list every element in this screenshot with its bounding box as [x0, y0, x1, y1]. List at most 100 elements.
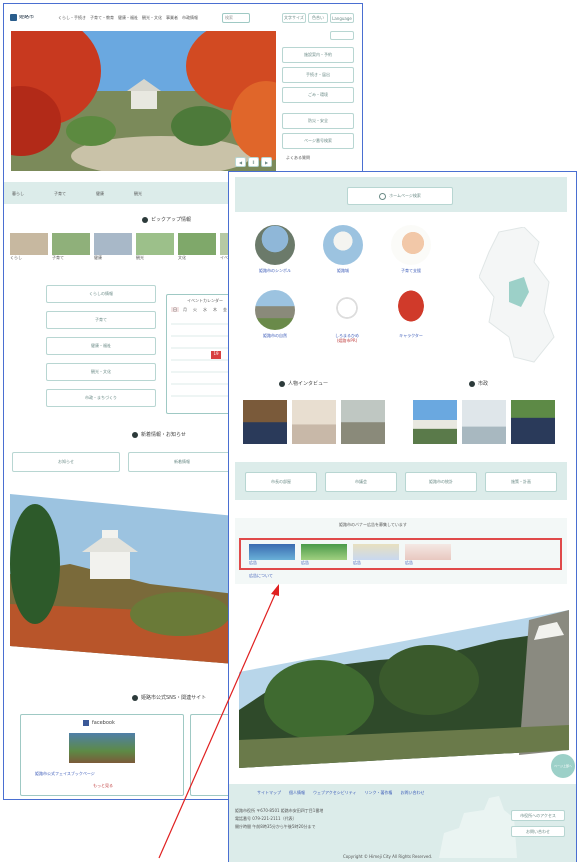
banner-ad[interactable]: 広告 — [249, 544, 295, 565]
city-photo[interactable] — [413, 400, 457, 444]
tab-item[interactable]: 暮らし — [12, 191, 24, 196]
weekday-label: 月 — [183, 307, 187, 312]
pickup-thumb[interactable]: 観光 — [136, 233, 174, 260]
city-map[interactable] — [479, 227, 557, 367]
calendar-today[interactable]: 19 — [211, 351, 221, 359]
header-buttons: 文字サイズ 色合い Language — [282, 13, 354, 23]
right-menu-item[interactable]: 防災・安全 — [282, 113, 354, 129]
language-button[interactable]: Language — [330, 13, 354, 23]
banner-ad[interactable]: 広告 — [353, 544, 399, 565]
header-link[interactable]: 健康・福祉 — [118, 15, 138, 20]
category-button[interactable]: 子育て — [46, 311, 156, 329]
pickup-caption: 子育て — [52, 255, 64, 260]
hero-prev-button[interactable]: ◀ — [235, 157, 246, 167]
facebook-title-text: facebook — [92, 720, 115, 726]
back-header: 姫路市 くらし・手続き 子育て・教育 健康・福祉 観光・文化 事業者 市政情報 … — [10, 12, 356, 26]
hero-autumn-castle-picture — [11, 31, 276, 171]
city-photo[interactable] — [462, 400, 506, 444]
right-menu-item[interactable]: ページ番号検索 — [282, 133, 354, 149]
people-photo[interactable] — [292, 400, 336, 444]
search-placeholder: 検索 — [225, 15, 233, 20]
castle-banner — [10, 494, 235, 664]
sns-heading-text: 姫路市公式SNS・関連サイト — [141, 695, 207, 701]
header-link[interactable]: くらし・手続き — [58, 15, 86, 20]
header-link[interactable]: 市政情報 — [182, 15, 198, 20]
category-button[interactable]: 健康・福祉 — [46, 337, 156, 355]
footer-link[interactable]: 個人情報 — [289, 790, 305, 795]
right-menu-item[interactable]: ごみ・環境 — [282, 87, 354, 103]
footer-link[interactable]: お問い合わせ — [400, 790, 424, 795]
hero-pause-button[interactable]: Ⅱ — [248, 157, 259, 167]
pickup-caption: くらし — [10, 255, 22, 260]
nav-button[interactable]: 市議会 — [325, 472, 397, 492]
banner-ad[interactable]: 広告 — [301, 544, 347, 565]
facebook-icon — [83, 720, 89, 726]
calendar-weekdays: 日 月 火 水 木 金 — [171, 307, 229, 312]
right-menu-note[interactable]: よくある質問 — [286, 155, 310, 160]
circle-photo — [255, 290, 295, 330]
tab-item[interactable]: 観光 — [134, 191, 142, 196]
banner-ad-image — [405, 544, 451, 560]
circle-link[interactable]: 子育て支援 — [389, 225, 433, 273]
header-link[interactable]: 観光・文化 — [142, 15, 162, 20]
weekday-label: 水 — [203, 307, 207, 312]
footer-link[interactable]: ウェブアクセシビリティ — [313, 790, 357, 795]
news-button[interactable]: 新着情報 — [128, 452, 236, 472]
nav-button[interactable]: 市長の部屋 — [245, 472, 317, 492]
pickup-thumb[interactable]: くらし — [10, 233, 48, 260]
hero-next-button[interactable]: ▶ — [261, 157, 272, 167]
footer-link[interactable]: サイトマップ — [257, 790, 281, 795]
search-input[interactable]: 検索 — [222, 13, 250, 23]
circle-note: (姫路市PR) — [336, 338, 358, 343]
pickup-thumb[interactable]: 文化 — [178, 233, 216, 260]
footer-button[interactable]: お問い合わせ — [511, 826, 565, 837]
people-photo[interactable] — [341, 400, 385, 444]
facebook-photo[interactable] — [69, 733, 135, 763]
circle-link[interactable]: 姫路市の自然 — [253, 290, 297, 338]
right-menu-item[interactable]: 手続き・届出 — [282, 67, 354, 83]
font-size-button[interactable]: 文字サイズ — [282, 13, 306, 23]
banner-ad[interactable]: 広告 — [405, 544, 451, 565]
facebook-more-link[interactable]: もっと見る — [93, 783, 113, 788]
banner-ads-area: 姫路市のバナー広告を募集しています 広告 広告 広告 広告 広告について — [235, 518, 567, 584]
right-menu-top[interactable] — [330, 31, 354, 40]
banner-ad-image — [249, 544, 295, 560]
color-button[interactable]: 色合い — [308, 13, 328, 23]
pickup-thumb[interactable]: 健康 — [94, 233, 132, 260]
nav-button[interactable]: 施策・計画 — [485, 472, 557, 492]
circle-label: 姫路市のシンボル — [259, 268, 291, 273]
hero-controls: ◀ Ⅱ ▶ — [235, 157, 272, 167]
banner-info-link[interactable]: 広告について — [249, 573, 273, 578]
footer-link[interactable]: リンク・著作権 — [365, 790, 393, 795]
mascot-character-picture — [391, 290, 431, 330]
news-heading: 新着情報・お知らせ — [132, 431, 186, 438]
front-castle-picture — [239, 610, 569, 768]
circle-link[interactable]: 姫路市のシンボル — [253, 225, 297, 273]
right-menu-item[interactable]: 施設案内・予約 — [282, 47, 354, 63]
search-banner: ホームページ検索 — [235, 177, 567, 212]
news-buttons: お知らせ 新着情報 — [12, 452, 236, 472]
facebook-caption[interactable]: 姫路市公式フェイスブックページ — [35, 771, 95, 776]
city-photo[interactable] — [511, 400, 555, 444]
category-button[interactable]: くらしの情報 — [46, 285, 156, 303]
site-search-button[interactable]: ホームページ検索 — [347, 187, 453, 205]
tab-item[interactable]: 子育て — [54, 191, 66, 196]
people-photo[interactable] — [243, 400, 287, 444]
circle-link[interactable]: 姫路城 — [321, 225, 365, 273]
header-link[interactable]: 子育て・教育 — [90, 15, 114, 20]
facebook-card: facebook 姫路市公式フェイスブックページ もっと見る — [20, 714, 184, 796]
circle-link[interactable]: キャラクター — [389, 290, 433, 338]
category-button[interactable]: 観光・文化 — [46, 363, 156, 381]
pagetop-button[interactable]: ページ上部へ — [551, 754, 575, 778]
circle-label: キャラクター — [399, 333, 423, 338]
tab-item[interactable]: 健康 — [96, 191, 104, 196]
city-logo[interactable]: 姫路市 — [10, 14, 34, 21]
circle-link[interactable]: しろまるひめ (姫路市PR) — [321, 290, 373, 343]
header-link[interactable]: 事業者 — [166, 15, 178, 20]
news-heading-text: 新着情報・お知らせ — [141, 432, 186, 438]
footer-button[interactable]: 市役所へのアクセス — [511, 810, 565, 821]
category-button[interactable]: 市政・まちづくり — [46, 389, 156, 407]
news-button[interactable]: お知らせ — [12, 452, 120, 472]
pickup-thumb[interactable]: 子育て — [52, 233, 90, 260]
nav-button[interactable]: 姫路市の統計 — [405, 472, 477, 492]
